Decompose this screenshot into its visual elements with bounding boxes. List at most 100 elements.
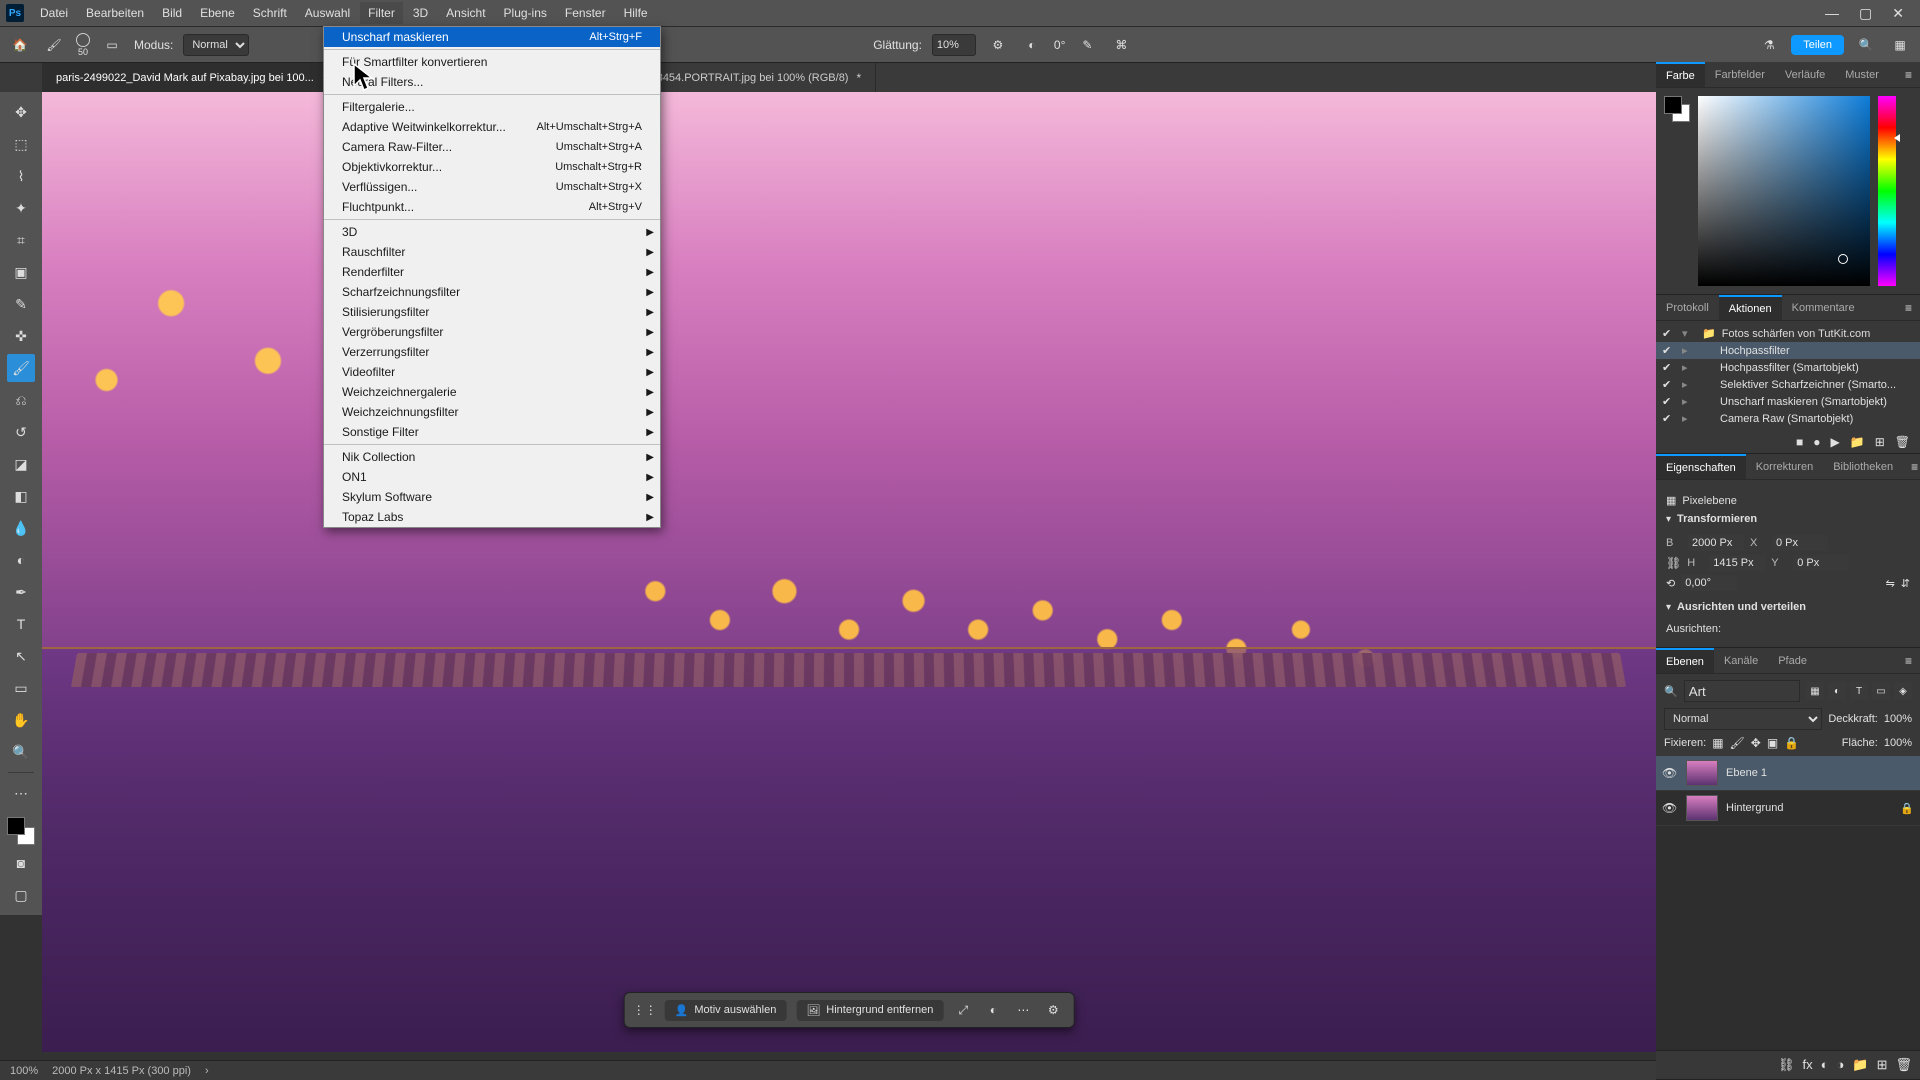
screenmode-icon[interactable]: ▢: [7, 881, 35, 909]
lock-trans-icon[interactable]: ▦: [1712, 736, 1723, 750]
dropdown-item[interactable]: Vergröberungsfilter▶: [324, 322, 660, 342]
filter-pixel-icon[interactable]: ▦: [1806, 682, 1824, 700]
zoom-level[interactable]: 100%: [10, 1065, 38, 1077]
link-icon[interactable]: ⛓: [1666, 556, 1681, 570]
shape-tool-icon[interactable]: ▭: [7, 674, 35, 702]
history-brush-tool-icon[interactable]: ↺: [7, 418, 35, 446]
chevron-down-icon[interactable]: ▾: [1666, 602, 1671, 613]
menu-ansicht[interactable]: Ansicht: [438, 2, 493, 24]
new-action-icon[interactable]: ⊞: [1875, 435, 1885, 449]
height-input[interactable]: [1709, 555, 1765, 571]
gradient-tool-icon[interactable]: ◧: [7, 482, 35, 510]
dropdown-item[interactable]: ON1▶: [324, 467, 660, 487]
dropdown-item[interactable]: Weichzeichnungsfilter▶: [324, 402, 660, 422]
menu-bearbeiten[interactable]: Bearbeiten: [78, 2, 152, 24]
link-layers-icon[interactable]: ⛓: [1778, 1057, 1795, 1073]
panel-menu-icon[interactable]: ≡: [1897, 301, 1920, 315]
new-set-icon[interactable]: 📁: [1850, 435, 1865, 449]
trash-icon[interactable]: 🗑: [1895, 435, 1910, 449]
home-icon[interactable]: 🏠: [8, 33, 32, 57]
visibility-icon[interactable]: 👁: [1662, 766, 1678, 780]
transform-icon[interactable]: ⤢: [953, 1000, 973, 1020]
dropdown-item[interactable]: Camera Raw-Filter...Umschalt+Strg+A: [324, 137, 660, 157]
panel-menu-icon[interactable]: ≡: [1897, 654, 1920, 668]
brush-panel-icon[interactable]: ▭: [100, 33, 124, 57]
dropdown-item[interactable]: Stilisierungsfilter▶: [324, 302, 660, 322]
lock-nest-icon[interactable]: ▣: [1767, 736, 1778, 750]
dropdown-item[interactable]: Unscharf maskierenAlt+Strg+F: [324, 27, 660, 47]
stop-icon[interactable]: ■: [1796, 435, 1803, 449]
adjustments-icon[interactable]: ⚙: [1043, 1000, 1063, 1020]
crop-tool-icon[interactable]: ⌗: [7, 226, 35, 254]
record-icon[interactable]: ●: [1813, 435, 1820, 449]
dropdown-item[interactable]: Rauschfilter▶: [324, 242, 660, 262]
action-row[interactable]: ✔▸Hochpassfilter: [1656, 342, 1920, 359]
move-tool-icon[interactable]: ✥: [7, 98, 35, 126]
symmetry-icon[interactable]: ✎: [1075, 33, 1099, 57]
action-row[interactable]: ✔▸Camera Raw (Smartobjekt): [1656, 410, 1920, 427]
menu-hilfe[interactable]: Hilfe: [616, 2, 656, 24]
dropdown-item[interactable]: Videofilter▶: [324, 362, 660, 382]
dropdown-item[interactable]: Neural Filters...: [324, 72, 660, 92]
x-input[interactable]: [1772, 535, 1828, 551]
tab-korrekturen[interactable]: Korrekturen: [1746, 454, 1823, 479]
select-subject-button[interactable]: 👤 Motiv auswählen: [665, 1000, 787, 1021]
menu-filter[interactable]: Filter: [360, 2, 403, 24]
properties-icon[interactable]: ◐: [983, 1000, 1003, 1020]
type-tool-icon[interactable]: T: [7, 610, 35, 638]
dropdown-item[interactable]: Sonstige Filter▶: [324, 422, 660, 442]
dropdown-item[interactable]: Renderfilter▶: [324, 262, 660, 282]
trash-icon[interactable]: 🗑: [1895, 1057, 1912, 1073]
window-close-icon[interactable]: ✕: [1892, 5, 1904, 22]
tab-muster[interactable]: Muster: [1835, 62, 1889, 87]
hand-tool-icon[interactable]: ✋: [7, 706, 35, 734]
tab-eigenschaften[interactable]: Eigenschaften: [1656, 454, 1746, 479]
eyedropper-tool-icon[interactable]: ✎: [7, 290, 35, 318]
filter-type-icon[interactable]: T: [1850, 682, 1868, 700]
menu-plugins[interactable]: Plug-ins: [496, 2, 555, 24]
canvas[interactable]: ⋮⋮ 👤 Motiv auswählen 🖼 Hintergrund entfe…: [42, 92, 1656, 1052]
beaker-icon[interactable]: ⚗: [1757, 33, 1781, 57]
filter-smart-icon[interactable]: ◈: [1894, 682, 1912, 700]
pen-tool-icon[interactable]: ✒: [7, 578, 35, 606]
menu-datei[interactable]: Datei: [32, 2, 76, 24]
opacity-value[interactable]: 100%: [1884, 713, 1912, 725]
hue-slider[interactable]: [1878, 96, 1896, 286]
menu-bild[interactable]: Bild: [154, 2, 190, 24]
tab-protokoll[interactable]: Protokoll: [1656, 295, 1719, 320]
tab-kanaele[interactable]: Kanäle: [1714, 648, 1768, 673]
chevron-down-icon[interactable]: ▾: [1666, 514, 1671, 525]
fill-value[interactable]: 100%: [1884, 737, 1912, 749]
brush-tool-icon[interactable]: 🖌: [7, 354, 35, 382]
heal-tool-icon[interactable]: ✜: [7, 322, 35, 350]
workspace-icon[interactable]: ▦: [1888, 33, 1912, 57]
remove-background-button[interactable]: 🖼 Hintergrund entfernen: [796, 1000, 943, 1021]
dropdown-item[interactable]: Adaptive Weitwinkelkorrektur...Alt+Umsch…: [324, 117, 660, 137]
dropdown-item[interactable]: Verzerrungsfilter▶: [324, 342, 660, 362]
window-minimize-icon[interactable]: —: [1825, 5, 1839, 22]
menu-ebene[interactable]: Ebene: [192, 2, 243, 24]
action-row[interactable]: ✔▸Selektiver Scharfzeichner (Smarto...: [1656, 376, 1920, 393]
tab-farbfelder[interactable]: Farbfelder: [1705, 62, 1775, 87]
width-input[interactable]: [1688, 535, 1744, 551]
lock-all-icon[interactable]: 🔒: [1784, 736, 1799, 750]
document-tab[interactable]: paris-2499022_David Mark auf Pixabay.jpg…: [42, 63, 344, 92]
marquee-tool-icon[interactable]: ⬚: [7, 130, 35, 158]
menu-schrift[interactable]: Schrift: [245, 2, 295, 24]
eraser-tool-icon[interactable]: ◪: [7, 450, 35, 478]
butterfly-icon[interactable]: ⌘: [1109, 33, 1133, 57]
lasso-tool-icon[interactable]: ⌇: [7, 162, 35, 190]
zoom-tool-icon[interactable]: 🔍: [7, 738, 35, 766]
y-input[interactable]: [1793, 555, 1849, 571]
dropdown-item[interactable]: Scharfzeichnungsfilter▶: [324, 282, 660, 302]
wand-tool-icon[interactable]: ✦: [7, 194, 35, 222]
panel-menu-icon[interactable]: ≡: [1903, 460, 1920, 474]
dropdown-item[interactable]: Filtergalerie...: [324, 97, 660, 117]
share-button[interactable]: Teilen: [1791, 35, 1844, 55]
dodge-tool-icon[interactable]: ◐: [7, 546, 35, 574]
edit-toolbar-icon[interactable]: ⋯: [7, 779, 35, 807]
filter-shape-icon[interactable]: ▭: [1872, 682, 1890, 700]
fgbg-mini-swatch[interactable]: [1664, 96, 1690, 122]
window-maximize-icon[interactable]: ▢: [1859, 5, 1872, 22]
grip-icon[interactable]: ⋮⋮: [635, 1000, 655, 1020]
